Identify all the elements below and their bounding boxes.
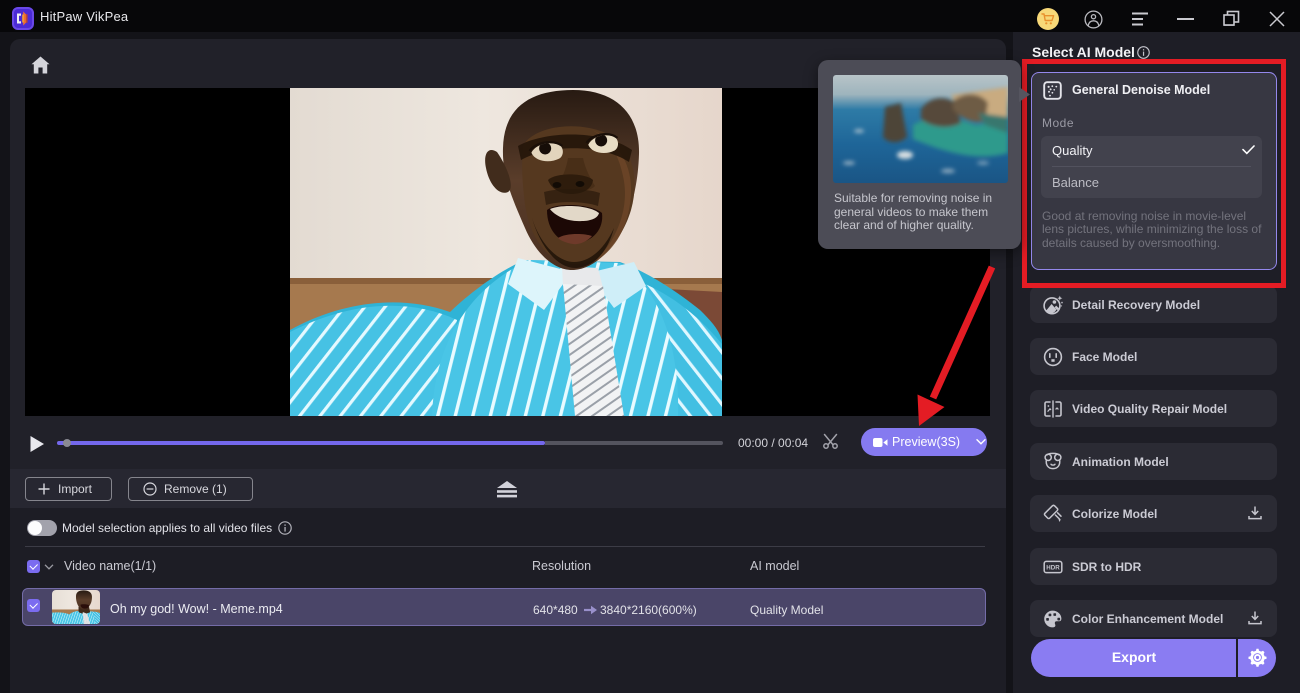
- svg-text:HDR: HDR: [1046, 564, 1060, 571]
